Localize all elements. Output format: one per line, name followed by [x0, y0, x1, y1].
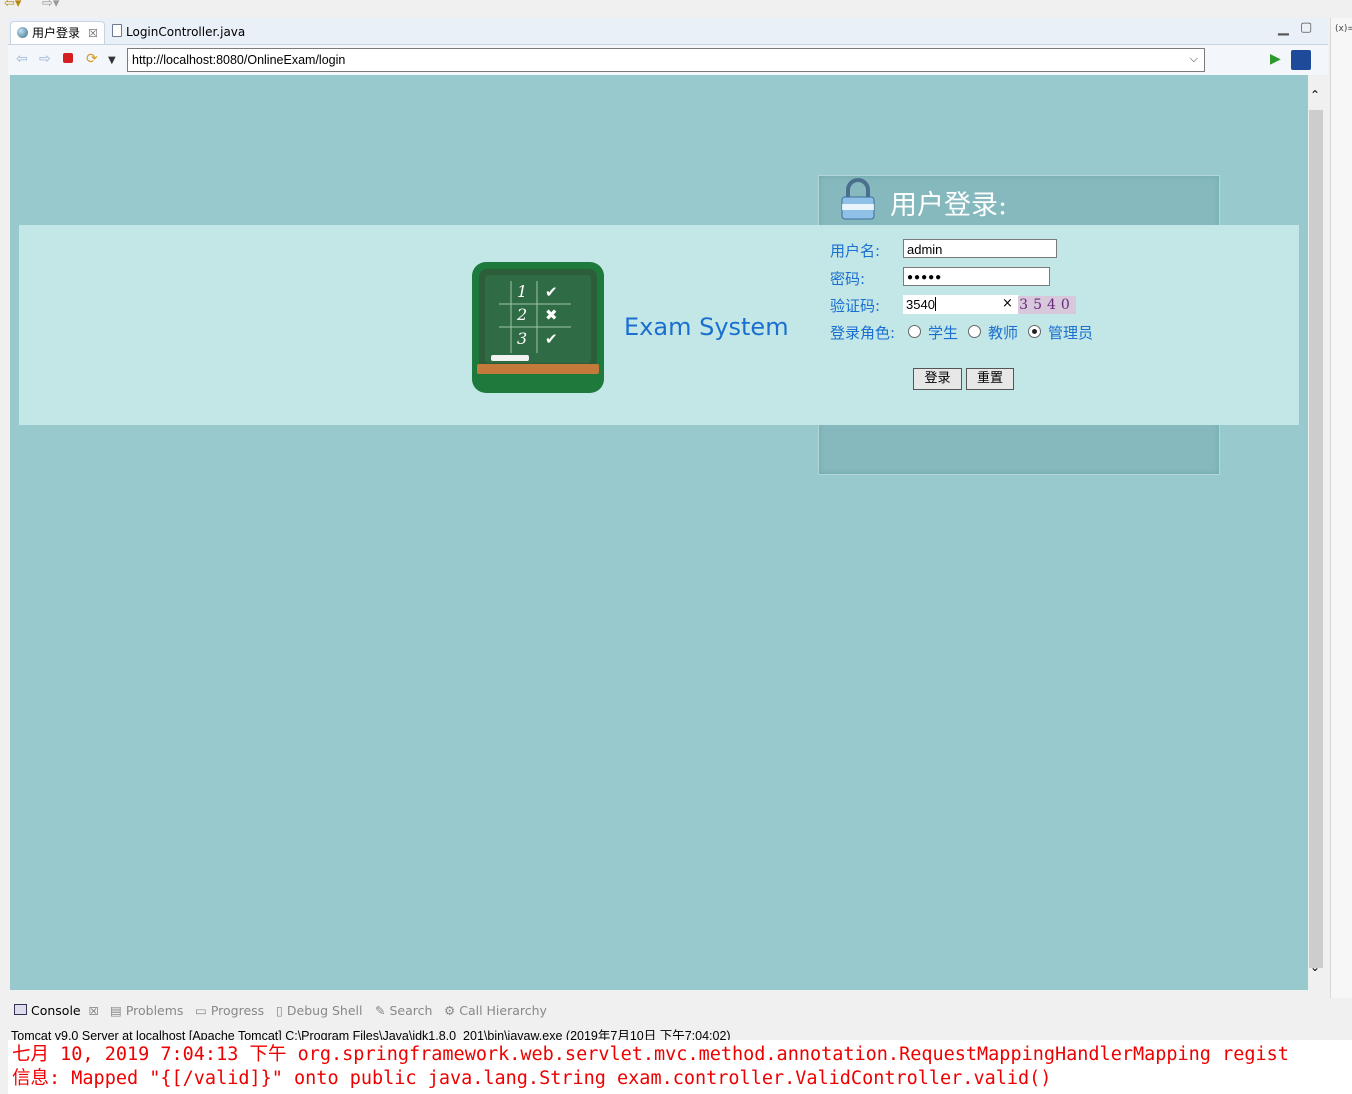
- tab-label: 用户登录: [32, 26, 81, 40]
- stop-icon[interactable]: [63, 53, 73, 63]
- console-output[interactable]: 七月 10, 2019 7:04:13 下午 org.springframewo…: [8, 1040, 1352, 1094]
- close-icon[interactable]: ☒: [88, 27, 98, 40]
- role-student-label: 学生: [928, 324, 959, 342]
- lock-icon: [841, 178, 875, 220]
- problems-icon: ▤: [110, 1003, 122, 1018]
- close-icon[interactable]: ☒: [89, 1005, 99, 1018]
- captcha-label: 验证码:: [830, 297, 881, 315]
- login-button[interactable]: 登录: [913, 368, 962, 390]
- browser-logo-icon[interactable]: [1291, 50, 1311, 70]
- captcha-value: 3540: [906, 297, 935, 312]
- captcha-image[interactable]: 3540: [1018, 296, 1076, 314]
- logo-text: Exam System: [624, 313, 789, 341]
- call-hierarchy-icon: ⚙: [444, 1003, 456, 1018]
- role-teacher-radio[interactable]: [968, 325, 981, 338]
- svg-text:✖: ✖: [545, 306, 558, 324]
- vertical-scrollbar[interactable]: ⌃ ⌄: [1308, 88, 1324, 988]
- minimize-icon[interactable]: ▁: [1278, 20, 1289, 36]
- back-icon[interactable]: ⇦: [16, 52, 28, 66]
- url-input[interactable]: http://localhost:8080/OnlineExam/login ⌵: [127, 48, 1205, 72]
- globe-icon: [17, 27, 28, 38]
- console-line: 信息: Mapped "{[/valid]}" onto public java…: [12, 1068, 1052, 1089]
- role-label: 登录角色:: [830, 324, 896, 342]
- tab-search[interactable]: ✎ Search: [375, 1003, 432, 1018]
- url-text: http://localhost:8080/OnlineExam/login: [132, 53, 346, 67]
- username-field[interactable]: admin: [903, 239, 1057, 258]
- password-label: 密码:: [830, 270, 866, 288]
- chevron-down-icon[interactable]: ▼: [108, 54, 116, 68]
- progress-icon: ▭: [195, 1003, 207, 1018]
- refresh-icon[interactable]: ⟳: [86, 52, 98, 66]
- svg-text:✔: ✔: [545, 330, 558, 348]
- console-tab-bar: Console ☒ ▤ Problems ▭ Progress ▯ Debug Shel…: [8, 998, 1352, 1024]
- forward-icon[interactable]: ⇨: [39, 52, 51, 66]
- tab-login-controller[interactable]: LoginController.java: [106, 21, 251, 43]
- role-teacher-label: 教师: [988, 324, 1019, 342]
- role-admin-label: 管理员: [1048, 324, 1094, 342]
- right-side-panel: (x)=: [1330, 18, 1352, 998]
- scroll-down-icon[interactable]: ⌄: [1310, 960, 1320, 974]
- role-admin-radio[interactable]: [1028, 325, 1041, 338]
- tab-progress[interactable]: ▭ Progress: [195, 1003, 264, 1018]
- chalkboard-logo-icon: 1 2 3 ✔ ✖ ✔: [472, 262, 604, 393]
- maximize-icon[interactable]: ▢: [1300, 20, 1312, 35]
- tab-debug-shell[interactable]: ▯ Debug Shell: [276, 1003, 362, 1018]
- username-label: 用户名:: [830, 242, 881, 260]
- reset-button[interactable]: 重置: [966, 368, 1014, 390]
- console-line: 七月 10, 2019 7:04:13 下午 org.springframewo…: [12, 1044, 1289, 1065]
- go-icon[interactable]: ▶: [1270, 52, 1281, 66]
- variables-tab[interactable]: (x)=: [1335, 24, 1352, 34]
- login-title: 用户登录:: [890, 190, 1008, 221]
- svg-text:3: 3: [517, 329, 527, 348]
- search-icon: ✎: [375, 1003, 386, 1018]
- scroll-up-icon[interactable]: ⌃: [1310, 88, 1320, 102]
- tab-login-page[interactable]: 用户登录 ☒: [10, 21, 105, 44]
- role-student-radio[interactable]: [908, 325, 921, 338]
- tab-problems[interactable]: ▤ Problems: [110, 1003, 183, 1018]
- svg-text:1: 1: [517, 282, 527, 301]
- text-cursor: [934, 297, 936, 311]
- java-file-icon: [112, 24, 122, 37]
- console-icon: [14, 1004, 27, 1015]
- tab-call-hierarchy[interactable]: ⚙ Call Hierarchy: [444, 1003, 547, 1018]
- clear-captcha-icon[interactable]: ×: [1002, 296, 1013, 311]
- tab-console[interactable]: Console ☒: [14, 1003, 99, 1018]
- editor-tab-bar: 用户登录 ☒ LoginController.java ▁ ▢: [8, 18, 1328, 45]
- top-toolbar: ⇦▾ ⇨▾: [0, 0, 1352, 14]
- back-arrow-icon[interactable]: ⇦▾: [4, 0, 21, 11]
- svg-text:✔: ✔: [545, 283, 558, 301]
- svg-text:2: 2: [516, 305, 527, 324]
- tab-label: LoginController.java: [126, 25, 246, 39]
- url-dropdown-icon[interactable]: ⌵: [1190, 52, 1198, 66]
- debug-shell-icon: ▯: [276, 1003, 283, 1018]
- scrollbar-thumb[interactable]: [1309, 110, 1323, 968]
- password-field[interactable]: ●●●●●: [903, 267, 1050, 286]
- forward-arrow-icon[interactable]: ⇨▾: [42, 0, 59, 11]
